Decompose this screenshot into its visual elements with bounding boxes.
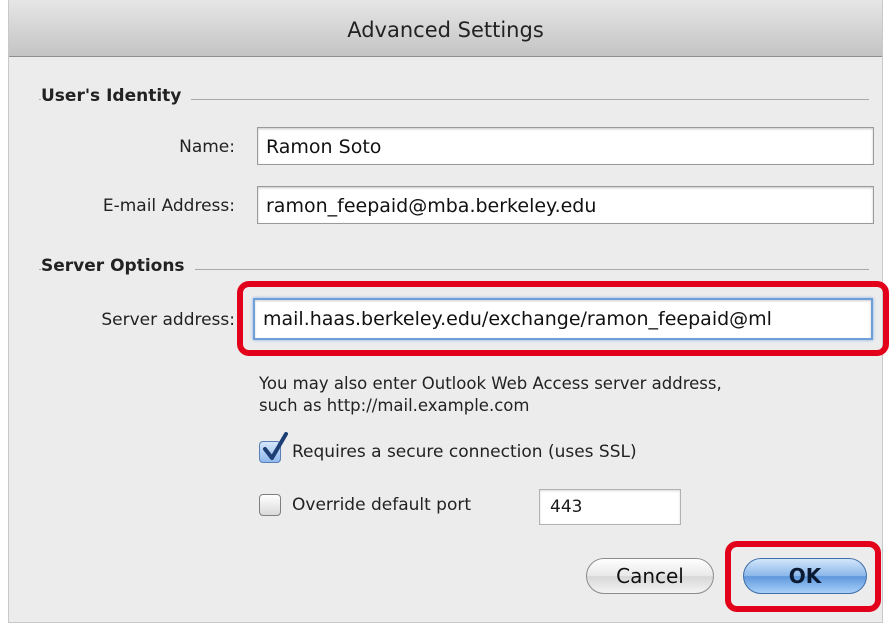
identity-section-title: User's Identity <box>41 86 192 106</box>
cancel-button[interactable]: Cancel <box>586 558 714 594</box>
ssl-label: Requires a secure connection (uses SSL) <box>292 442 637 462</box>
ok-button-highlight <box>725 541 881 612</box>
email-label: E-mail Address: <box>102 196 235 216</box>
override-port-checkbox[interactable] <box>259 494 281 516</box>
owa-help-line-2: such as http://mail.example.com <box>259 396 530 415</box>
server-address-highlight <box>237 281 889 356</box>
window-title: Advanced Settings <box>9 0 882 57</box>
ssl-checkbox[interactable] <box>259 432 288 463</box>
override-port-label: Override default port <box>292 495 472 515</box>
email-field[interactable]: ramon_feepaid@mba.berkeley.edu <box>257 186 874 224</box>
checkmark-icon <box>263 432 288 460</box>
name-field[interactable]: Ramon Soto <box>257 127 874 165</box>
name-label: Name: <box>179 137 235 157</box>
server-address-label: Server address: <box>101 310 235 330</box>
server-section-title: Server Options <box>41 256 195 276</box>
port-field[interactable]: 443 <box>539 489 681 525</box>
advanced-settings-dialog: Advanced Settings User's Identity Name: … <box>8 0 889 623</box>
owa-help-line-1: You may also enter Outlook Web Access se… <box>259 374 722 393</box>
